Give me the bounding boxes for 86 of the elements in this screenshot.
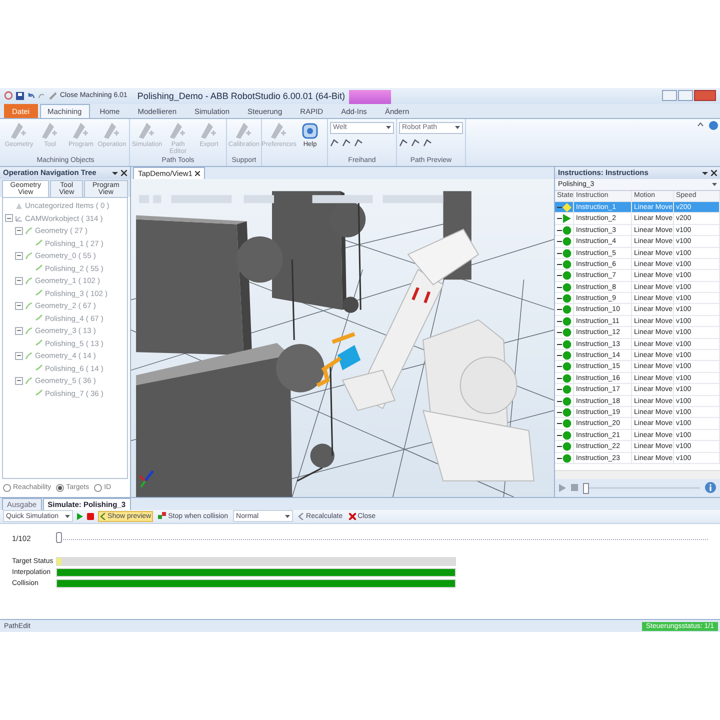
target-dot-icon — [557, 236, 573, 248]
caret-icon — [285, 514, 290, 518]
stop-icon[interactable] — [86, 512, 94, 520]
tool-icon — [269, 120, 289, 141]
app-logo-icon — [4, 91, 13, 100]
caret-icon — [712, 182, 717, 186]
target-dot-icon — [557, 316, 573, 327]
recalculate-icon — [298, 512, 304, 520]
minimize-button[interactable] — [662, 90, 677, 102]
target-dot-icon — [557, 418, 573, 430]
caret-icon — [386, 126, 391, 130]
geometry-icon — [25, 352, 33, 360]
pin-icon[interactable] — [702, 170, 708, 176]
geometry-icon — [25, 226, 33, 235]
close-icon[interactable] — [711, 170, 717, 176]
progress-slider[interactable] — [583, 482, 589, 494]
target-dot-icon — [557, 361, 573, 372]
expand-toggle[interactable] — [15, 376, 23, 385]
expand-toggle[interactable] — [15, 302, 23, 310]
target-dot-icon — [557, 224, 573, 236]
tool-icon — [102, 120, 122, 141]
geometry-icon — [25, 276, 33, 285]
tool-icon — [137, 120, 157, 141]
tool-icon — [234, 120, 254, 141]
geometry-icon — [25, 252, 33, 260]
target-dot-icon — [557, 452, 573, 464]
path-icon — [35, 289, 43, 298]
geometry-icon — [25, 376, 33, 385]
save-icon[interactable] — [16, 92, 24, 100]
caret-icon — [455, 126, 460, 130]
target-dot-icon — [557, 282, 573, 293]
target-dot-icon — [557, 441, 573, 452]
path-icon — [35, 264, 43, 272]
maximize-button[interactable] — [678, 90, 693, 102]
pin-icon[interactable] — [112, 170, 118, 176]
collapse-ribbon-icon[interactable] — [697, 120, 704, 128]
play-icon[interactable] — [76, 512, 83, 520]
frame-icon — [15, 214, 23, 222]
play-marker-icon — [557, 213, 573, 224]
target-dot-icon — [557, 338, 573, 350]
target-dot-icon — [557, 350, 573, 362]
target-dot-icon — [557, 396, 573, 407]
pencil-icon[interactable] — [49, 92, 57, 100]
tool-icon — [71, 120, 91, 141]
tool-icon — [199, 120, 219, 141]
preview-icon — [100, 512, 106, 520]
tool-icon — [40, 120, 60, 141]
geometry-icon — [25, 326, 33, 335]
tool-icon — [168, 120, 188, 141]
path-icon — [35, 339, 43, 348]
geometry-icon — [25, 302, 33, 310]
expand-toggle[interactable] — [15, 252, 23, 260]
close-icon[interactable] — [195, 170, 200, 176]
path-icon — [35, 364, 43, 372]
target-dot-icon — [557, 304, 573, 316]
folder-icon — [15, 202, 23, 210]
target-dot-icon — [557, 270, 573, 282]
collision-icon — [158, 512, 166, 520]
expand-toggle[interactable] — [15, 326, 23, 335]
current-target-icon — [557, 202, 573, 213]
tool-icon — [9, 120, 29, 141]
target-dot-icon — [557, 407, 573, 418]
info-icon[interactable] — [705, 482, 716, 494]
contextual-tab-header — [348, 90, 391, 104]
target-dot-icon — [557, 248, 573, 259]
expand-toggle[interactable] — [15, 226, 23, 235]
window-title: Polishing_Demo - ABB RobotStudio 6.00.01 (64-Bit) — [137, 90, 345, 101]
close-icon[interactable] — [121, 170, 127, 176]
target-dot-icon — [557, 258, 573, 270]
caret-icon — [64, 514, 70, 518]
undo-icon[interactable] — [27, 92, 35, 100]
target-dot-icon — [557, 430, 573, 441]
path-icon — [35, 239, 43, 248]
horizontal-scrollbar[interactable] — [555, 470, 720, 479]
expand-toggle[interactable] — [5, 214, 13, 222]
target-dot-icon — [557, 293, 573, 304]
path-icon — [35, 314, 43, 322]
close-icon — [348, 512, 356, 520]
close-button[interactable] — [694, 90, 716, 102]
target-dot-icon — [557, 327, 573, 338]
expand-toggle[interactable] — [15, 276, 23, 285]
timeline-slider[interactable] — [56, 532, 62, 544]
target-dot-icon — [557, 372, 573, 384]
path-icon — [35, 389, 43, 398]
target-dot-icon — [557, 384, 573, 396]
expand-toggle[interactable] — [15, 352, 23, 360]
